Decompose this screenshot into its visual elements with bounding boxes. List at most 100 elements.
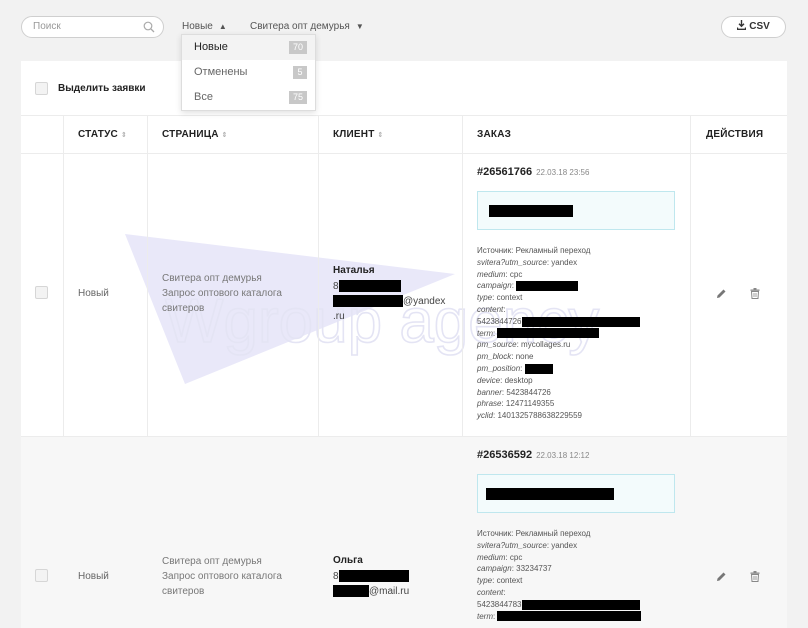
page-cell: Свитера опт демурья Запрос оптового ката… (162, 554, 312, 599)
meta-line: phrase: 12471149355 (477, 399, 555, 409)
meta-line: medium: cpc (477, 552, 523, 562)
redacted-block (489, 205, 573, 217)
page-line: Запрос оптового каталога (162, 288, 282, 299)
search-input[interactable]: Поиск (21, 16, 164, 38)
search-placeholder: Поиск (33, 21, 61, 32)
count-badge: 75 (288, 91, 307, 104)
client-email-tail: .ru (333, 311, 345, 322)
client-email: @yandex (333, 294, 445, 309)
column-client[interactable]: КЛИЕНТ ⇕ (333, 129, 384, 140)
status-filter[interactable]: Новые ▲ (182, 21, 227, 32)
redacted-block (521, 599, 640, 610)
redacted-block (524, 363, 553, 374)
redacted-block (338, 570, 409, 583)
dropdown-item-all[interactable]: Все 75 (182, 85, 315, 110)
select-all-checkbox[interactable] (35, 82, 48, 95)
redacted-block (497, 328, 600, 339)
dropdown-item-label: Новые (194, 41, 228, 53)
meta-line: content: (477, 304, 506, 314)
dropdown-item-label: Отменены (194, 66, 248, 78)
column-client-label: КЛИЕНТ (333, 129, 375, 140)
page-line: Свитера опт демурья (162, 556, 262, 567)
meta-line: Источник: Рекламный переход (477, 529, 591, 538)
order-number-text: #26536592 (477, 449, 533, 461)
meta-line: campaign: (477, 280, 677, 292)
meta-line: medium: cpc (477, 269, 523, 279)
csv-label: CSV (749, 21, 770, 32)
client-phone: 8 (333, 569, 409, 584)
column-order: ЗАКАЗ (477, 129, 512, 140)
meta-line: svitera?utm_source: yandex (477, 257, 578, 267)
dropdown-item-label: Все (194, 91, 213, 103)
count-badge: 5 (293, 66, 307, 79)
page-line: свитеров (162, 586, 205, 597)
client-email: @mail.ru (333, 584, 409, 599)
meta-line: term: (477, 328, 677, 340)
edit-pencil-icon[interactable] (716, 288, 727, 299)
meta-line: pm_block: none (477, 352, 534, 362)
row-checkbox[interactable] (35, 286, 48, 299)
column-status-label: СТАТУС (78, 129, 118, 140)
status-value: Новый (78, 288, 109, 299)
order-number[interactable]: #26561766 22.03.18 23:56 (477, 166, 589, 178)
edit-pencil-icon[interactable] (716, 571, 727, 582)
page-cell: Свитера опт демурья Запрос оптового ката… (162, 271, 312, 316)
meta-line: type: context (477, 293, 523, 303)
search-icon[interactable] (143, 21, 155, 33)
client-name: Наталья (333, 265, 375, 276)
column-page[interactable]: СТРАНИЦА ⇕ (162, 129, 228, 140)
meta-line: type: context (477, 576, 523, 586)
sort-icon: ⇕ (377, 132, 384, 139)
select-all-label: Выделить заявки (58, 83, 146, 94)
meta-line: Источник: Рекламный переход (477, 246, 591, 255)
column-actions: ДЕЙСТВИЯ (706, 129, 764, 140)
delete-trash-icon[interactable] (750, 288, 760, 299)
table-row: Новый Свитера опт демурья Запрос оптовог… (21, 436, 787, 628)
redacted-block (338, 280, 401, 293)
table-row: Новый Свитера опт демурья Запрос оптовог… (21, 154, 787, 436)
status-dropdown: Новые 70 Отменены 5 Все 75 (181, 34, 316, 111)
meta-line: device: desktop (477, 375, 533, 385)
order-date: 22.03.18 12:12 (536, 451, 590, 460)
email-suffix: @mail.ru (369, 586, 410, 597)
page-filter[interactable]: Свитера опт демурья ▼ (250, 21, 364, 32)
redacted-block (333, 295, 403, 308)
page-line: свитеров (162, 303, 205, 314)
table-header: СТАТУС ⇕ СТРАНИЦА ⇕ КЛИЕНТ ⇕ ЗАКАЗ ДЕЙСТВИЯ (21, 115, 787, 154)
column-status[interactable]: СТАТУС ⇕ (78, 129, 127, 140)
meta-line: 5423844783 (477, 599, 677, 611)
meta-line: banner: 5423844726 (477, 387, 551, 397)
page-filter-label: Свитера опт демурья (250, 21, 350, 32)
delete-trash-icon[interactable] (750, 571, 760, 582)
redacted-block (333, 585, 369, 598)
requests-panel: Wgroup agency Выделить заявки СТАТУС ⇕ СТ… (21, 61, 787, 628)
email-suffix: @yandex (403, 296, 446, 307)
chevron-down-icon: ▼ (355, 22, 364, 31)
meta-line: campaign: 33234737 (477, 564, 552, 574)
csv-export-button[interactable]: CSV (721, 16, 786, 38)
meta-line: content: (477, 587, 506, 597)
order-metadata: Источник: Рекламный переход svitera?utm_… (477, 245, 677, 422)
dropdown-item-new[interactable]: Новые 70 (182, 35, 315, 60)
meta-line: pm_source: mycollages.ru (477, 340, 571, 350)
client-name: Ольга (333, 555, 363, 566)
client-phone: 8 (333, 279, 401, 294)
order-content-box (477, 474, 675, 513)
sort-icon: ⇕ (120, 132, 128, 139)
row-checkbox[interactable] (35, 569, 48, 582)
redacted-block (497, 611, 642, 622)
meta-line: 5423844726 (477, 316, 677, 328)
order-date: 22.03.18 23:56 (536, 168, 590, 177)
order-number[interactable]: #26536592 22.03.18 12:12 (477, 449, 589, 461)
page-line: Свитера опт демурья (162, 273, 262, 284)
redacted-block (516, 281, 579, 292)
meta-line: yclid: 1401325788638229559 (477, 411, 583, 421)
dropdown-item-cancelled[interactable]: Отменены 5 (182, 60, 315, 85)
count-badge: 70 (288, 41, 307, 54)
column-page-label: СТРАНИЦА (162, 129, 219, 140)
sort-icon: ⇕ (221, 132, 228, 139)
meta-line: pm_position: (477, 363, 677, 375)
status-filter-label: Новые (182, 21, 213, 32)
download-icon (737, 20, 747, 30)
order-content-box (477, 191, 675, 230)
